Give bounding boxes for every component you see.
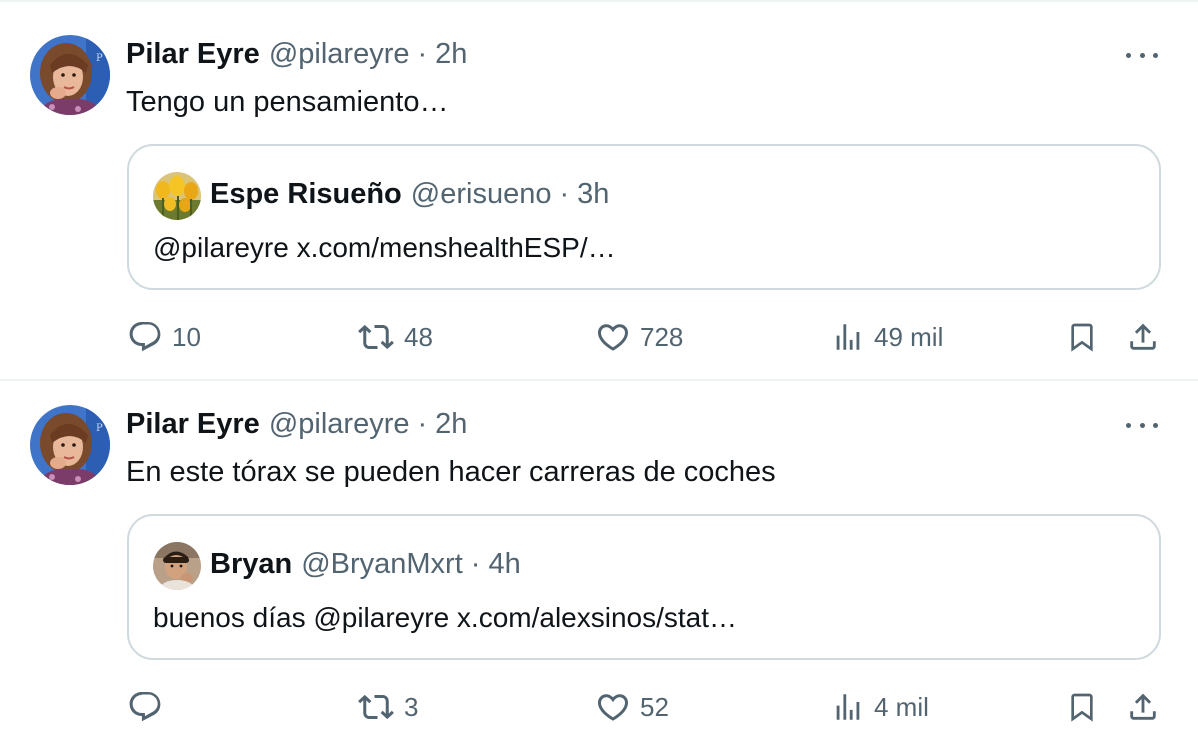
profile-photo-pilar-eyre-icon: P — [30, 35, 110, 115]
bookmark-icon — [1071, 693, 1093, 722]
tweet[interactable]: P Pilar Eyre @pilareyre · 2h Tengo un pe… — [0, 0, 1198, 380]
separator-dot: · — [417, 38, 428, 70]
repost-button[interactable]: 3 — [357, 687, 418, 727]
tweet-header: Pilar Eyre @pilareyre · 2h — [126, 408, 467, 442]
author-name[interactable]: Pilar Eyre — [126, 408, 260, 441]
quoted-tweet-timestamp[interactable]: 3h — [577, 178, 609, 211]
reply-icon — [129, 692, 161, 722]
views-chart-icon — [836, 694, 860, 720]
bookmark-button[interactable] — [1066, 687, 1098, 727]
author-handle[interactable]: @pilareyre — [269, 408, 410, 441]
more-dots-icon[interactable] — [1126, 45, 1158, 65]
tweet-timestamp[interactable]: 2h — [435, 38, 467, 71]
profile-photo-bryan-icon — [153, 542, 201, 590]
dot — [1126, 52, 1131, 58]
quoted-tweet-header: Bryan @BryanMxrt · 4h — [210, 548, 521, 581]
tweet-actions: 10 48 728 49 mil — [0, 317, 1198, 357]
repost-icon — [358, 324, 394, 350]
dot — [1153, 422, 1158, 428]
repost-button[interactable]: 48 — [357, 317, 433, 357]
share-icon — [1130, 693, 1156, 720]
dot — [1153, 52, 1158, 58]
tweet-timestamp[interactable]: 2h — [435, 408, 467, 441]
like-count: 52 — [640, 691, 669, 722]
quoted-tweet-text: @pilareyre x.com/menshealthESP/… — [153, 232, 616, 263]
quoted-tweet-text: buenos días @pilareyre x.com/alexsinos/s… — [153, 602, 738, 633]
quoted-author-handle[interactable]: @BryanMxrt — [301, 548, 463, 581]
tweet[interactable]: P Pilar Eyre @pilareyre · 2h En este tór… — [0, 381, 1198, 746]
repost-count: 3 — [404, 691, 419, 722]
author-avatar[interactable]: P — [30, 405, 110, 485]
reply-icon — [129, 322, 161, 352]
views-count: 49 mil — [874, 321, 944, 352]
separator-dot: · — [470, 548, 481, 580]
quoted-author-handle[interactable]: @erisueno — [411, 178, 552, 211]
views-count: 4 mil — [874, 691, 929, 722]
more-dots-icon[interactable] — [1126, 415, 1158, 435]
like-button[interactable]: 728 — [595, 317, 683, 357]
quoted-author-avatar[interactable] — [153, 172, 201, 220]
share-button[interactable] — [1126, 317, 1160, 357]
like-count: 728 — [640, 321, 684, 352]
profile-photo-pilar-eyre-icon: P — [30, 405, 110, 485]
tweet-text: Tengo un pensamiento… — [126, 86, 449, 118]
quoted-tweet-timestamp[interactable]: 4h — [488, 548, 520, 581]
share-icon — [1130, 323, 1156, 350]
quoted-author-name[interactable]: Espe Risueño — [210, 178, 402, 211]
views-button[interactable]: 4 mil — [831, 687, 929, 727]
views-chart-icon — [836, 324, 860, 350]
bookmark-button[interactable] — [1066, 317, 1098, 357]
reply-button[interactable] — [127, 687, 172, 727]
like-button[interactable]: 52 — [595, 687, 669, 727]
author-avatar[interactable]: P — [30, 35, 110, 115]
share-button[interactable] — [1126, 687, 1160, 727]
reply-button[interactable]: 10 — [127, 317, 201, 357]
tweet-actions: 3 52 4 mil — [0, 687, 1198, 727]
heart-icon — [597, 694, 629, 721]
quoted-tweet-header: Espe Risueño @erisueno · 3h — [210, 178, 609, 211]
reply-count: 10 — [172, 321, 201, 352]
heart-icon — [597, 324, 629, 351]
repost-icon — [358, 694, 394, 720]
profile-photo-tulips-icon — [153, 172, 201, 220]
separator-dot: · — [417, 408, 428, 440]
quoted-tweet[interactable]: Bryan @BryanMxrt · 4h buenos días @pilar… — [127, 514, 1161, 660]
views-button[interactable]: 49 mil — [831, 317, 943, 357]
dot — [1126, 422, 1131, 428]
author-handle[interactable]: @pilareyre — [269, 38, 410, 71]
dot — [1139, 422, 1145, 428]
separator-dot: · — [559, 178, 570, 210]
tweet-text: En este tórax se pueden hacer carreras d… — [126, 456, 776, 488]
author-name[interactable]: Pilar Eyre — [126, 38, 260, 71]
svg-text:P: P — [96, 423, 103, 434]
quoted-tweet[interactable]: Espe Risueño @erisueno · 3h @pilareyre x… — [127, 144, 1161, 290]
dot — [1139, 52, 1145, 58]
tweet-header: Pilar Eyre @pilareyre · 2h — [126, 38, 467, 72]
repost-count: 48 — [404, 321, 433, 352]
quoted-author-name[interactable]: Bryan — [210, 548, 292, 581]
quoted-author-avatar[interactable] — [153, 542, 201, 590]
svg-text:P: P — [96, 53, 103, 64]
bookmark-icon — [1071, 323, 1093, 352]
